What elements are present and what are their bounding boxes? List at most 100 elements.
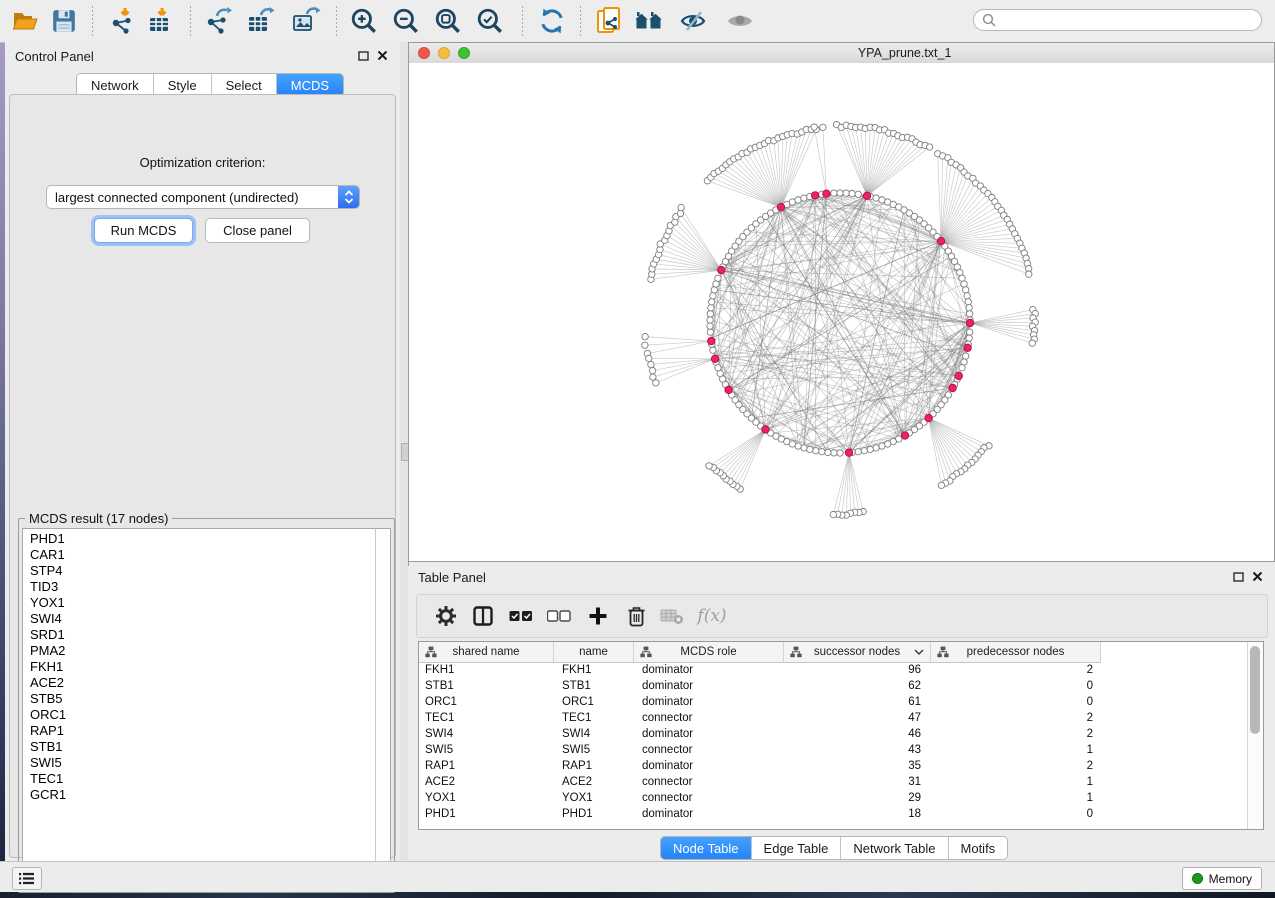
- export-image-icon[interactable]: [291, 7, 323, 35]
- optimization-select[interactable]: largest connected component (undirected): [46, 185, 360, 209]
- mcds-result-item[interactable]: SWI4: [23, 611, 376, 627]
- table-scrollbar[interactable]: [1247, 642, 1263, 829]
- zoom-out-icon[interactable]: [390, 7, 422, 35]
- mcds-result-item[interactable]: ACE2: [23, 675, 376, 691]
- network-node[interactable]: [707, 323, 713, 329]
- zoom-in-icon[interactable]: [348, 7, 380, 35]
- mcds-node[interactable]: [955, 372, 962, 379]
- float-window-icon[interactable]: [1233, 572, 1244, 582]
- column-header-predecessor-nodes[interactable]: predecessor nodes: [931, 642, 1101, 662]
- network-node[interactable]: [861, 448, 867, 454]
- network-node[interactable]: [938, 482, 944, 488]
- network-node[interactable]: [710, 293, 716, 299]
- network-node[interactable]: [1026, 271, 1032, 277]
- tab-motifs[interactable]: Motifs: [949, 837, 1008, 859]
- network-node[interactable]: [678, 204, 684, 210]
- run-mcds-button[interactable]: Run MCDS: [94, 218, 193, 243]
- table-scrollbar-thumb[interactable]: [1250, 646, 1260, 734]
- network-window-titlebar[interactable]: YPA_prune.txt_1: [409, 43, 1274, 64]
- float-window-icon[interactable]: [358, 51, 369, 61]
- tab-edge-table[interactable]: Edge Table: [752, 837, 842, 859]
- mcds-result-item[interactable]: STP4: [23, 563, 376, 579]
- network-node[interactable]: [966, 335, 972, 341]
- network-node[interactable]: [959, 365, 965, 371]
- network-graph[interactable]: [409, 63, 1274, 561]
- network-node[interactable]: [650, 374, 656, 380]
- network-node[interactable]: [710, 347, 716, 353]
- table-row[interactable]: STB1STB1dominator620: [419, 678, 1247, 694]
- table-row[interactable]: YOX1YOX1connector291: [419, 790, 1247, 806]
- mcds-node[interactable]: [863, 192, 870, 199]
- network-node[interactable]: [715, 275, 721, 281]
- mcds-node[interactable]: [823, 190, 830, 197]
- table-row[interactable]: ACE2ACE2connector311: [419, 774, 1247, 790]
- minimize-window-icon[interactable]: [438, 47, 450, 59]
- import-network-icon[interactable]: [107, 7, 139, 35]
- tab-mcds[interactable]: MCDS: [277, 74, 343, 96]
- network-node[interactable]: [963, 287, 969, 293]
- network-node[interactable]: [819, 449, 825, 455]
- column-header-name[interactable]: name: [554, 642, 634, 662]
- mcds-result-item[interactable]: TEC1: [23, 771, 376, 787]
- search-input[interactable]: [973, 9, 1262, 31]
- network-node[interactable]: [807, 446, 813, 452]
- table-row[interactable]: RAP1RAP1dominator352: [419, 758, 1247, 774]
- unselect-all-icon[interactable]: [546, 604, 572, 628]
- tab-select[interactable]: Select: [212, 74, 277, 96]
- network-node[interactable]: [706, 463, 712, 469]
- search-text-field[interactable]: [1001, 12, 1261, 28]
- close-panel-icon[interactable]: [377, 50, 388, 61]
- network-node[interactable]: [707, 317, 713, 323]
- network-node[interactable]: [831, 450, 837, 456]
- network-node[interactable]: [825, 449, 831, 455]
- new-network-from-selection-icon[interactable]: [594, 7, 626, 35]
- network-node[interactable]: [849, 190, 855, 196]
- network-node[interactable]: [642, 342, 648, 348]
- mcds-result-item[interactable]: FKH1: [23, 659, 376, 675]
- mcds-result-item[interactable]: RAP1: [23, 723, 376, 739]
- tab-node-table[interactable]: Node Table: [661, 837, 752, 859]
- mcds-node[interactable]: [777, 203, 784, 210]
- column-header-successor-nodes[interactable]: successor nodes: [784, 642, 931, 662]
- column-header-MCDS-role[interactable]: MCDS role: [634, 642, 784, 662]
- table-row[interactable]: FKH1FKH1dominator962: [419, 662, 1247, 678]
- mcds-node[interactable]: [949, 384, 956, 391]
- create-column-plus-icon[interactable]: [585, 604, 611, 628]
- network-node[interactable]: [677, 210, 683, 216]
- export-table-icon[interactable]: [245, 7, 277, 35]
- network-node[interactable]: [708, 305, 714, 311]
- table-settings-gear-icon[interactable]: [433, 604, 459, 628]
- network-node[interactable]: [813, 448, 819, 454]
- network-node[interactable]: [837, 190, 843, 196]
- network-node[interactable]: [831, 190, 837, 196]
- network-node[interactable]: [642, 333, 648, 339]
- mcds-result-item[interactable]: GCR1: [23, 787, 376, 803]
- column-header-shared-name[interactable]: shared name: [419, 642, 554, 662]
- network-node[interactable]: [873, 445, 879, 451]
- network-node[interactable]: [711, 287, 717, 293]
- network-node[interactable]: [966, 311, 972, 317]
- network-node[interactable]: [966, 305, 972, 311]
- apply-layout-icon[interactable]: [536, 7, 568, 35]
- close-panel-icon[interactable]: [1252, 571, 1263, 582]
- network-node[interactable]: [709, 299, 715, 305]
- delete-column-trash-icon[interactable]: [623, 604, 649, 628]
- network-node[interactable]: [855, 191, 861, 197]
- network-node[interactable]: [963, 353, 969, 359]
- network-node[interactable]: [926, 144, 932, 150]
- mcds-list-scrollbar[interactable]: [375, 528, 391, 889]
- network-node[interactable]: [649, 367, 655, 373]
- tab-network[interactable]: Network: [77, 74, 154, 96]
- network-node[interactable]: [1029, 340, 1035, 346]
- table-row[interactable]: ORC1ORC1dominator610: [419, 694, 1247, 710]
- first-neighbors-icon[interactable]: [633, 7, 665, 35]
- mcds-result-item[interactable]: STB5: [23, 691, 376, 707]
- network-node[interactable]: [966, 329, 972, 335]
- network-node[interactable]: [964, 293, 970, 299]
- network-node[interactable]: [837, 450, 843, 456]
- show-all-icon[interactable]: [724, 7, 756, 35]
- zoom-selected-icon[interactable]: [474, 7, 506, 35]
- mcds-node[interactable]: [718, 266, 725, 273]
- network-node[interactable]: [707, 311, 713, 317]
- maximize-window-icon[interactable]: [458, 47, 470, 59]
